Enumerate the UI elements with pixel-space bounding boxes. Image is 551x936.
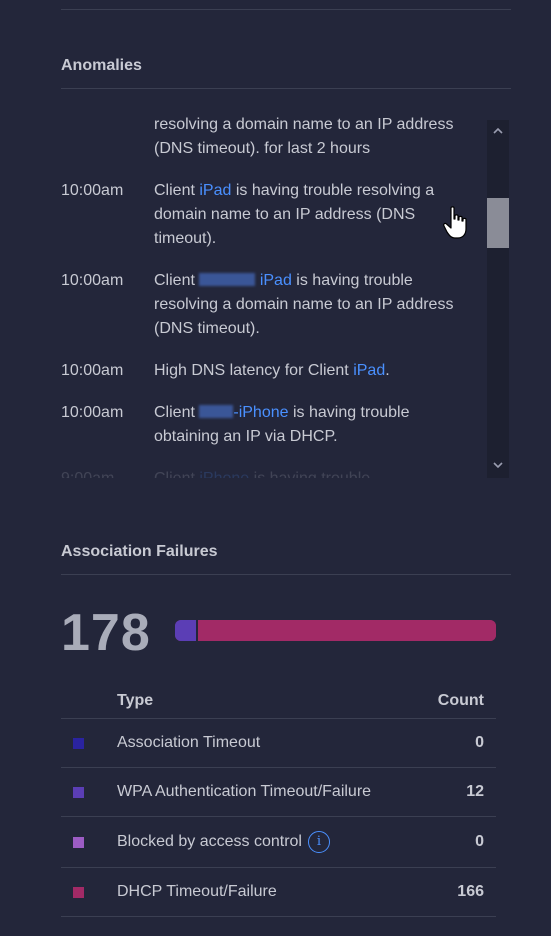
anomaly-message: Client iPad is having trouble resolving …: [154, 182, 435, 247]
list-item: 10:00am Client -iPhone is having trouble…: [61, 401, 481, 449]
bar-segment: [198, 620, 496, 641]
anomaly-time: 10:00am: [61, 404, 124, 421]
table-row: Association Timeout 0: [61, 719, 496, 768]
list-item: 10:00am Client iPad is having trouble re…: [61, 269, 481, 341]
list-item: 10:00am Client iPad is having trouble re…: [61, 179, 481, 251]
anomaly-message: High DNS latency for Client iPad.: [154, 362, 390, 379]
table-row: Blocked by access control i 0: [61, 817, 496, 868]
list-item: 9:00am Client iPhone is having trouble: [61, 467, 481, 478]
legend-swatch: [73, 737, 84, 749]
redacted-name: [199, 273, 256, 286]
anomaly-message: Client -iPhone is having trouble obtaini…: [154, 404, 410, 445]
client-link[interactable]: iPhone: [199, 470, 249, 478]
chevron-down-icon[interactable]: [487, 458, 509, 474]
anomaly-message: Client iPad is having trouble resolving …: [154, 272, 454, 337]
anomaly-time: 10:00am: [61, 272, 124, 289]
legend-swatch: [73, 836, 84, 848]
failure-type: Association Timeout: [117, 734, 261, 751]
table-row: DHCP Timeout/Failure 166: [61, 868, 496, 917]
count-column-header: Count: [437, 691, 484, 709]
failure-breakdown-bar: [175, 620, 496, 641]
type-column-header: Type: [117, 691, 154, 709]
anomaly-message: Client iPhone is having trouble: [154, 467, 454, 478]
info-icon[interactable]: i: [307, 831, 330, 853]
failure-count: 0: [475, 734, 484, 751]
anomaly-time: 10:00am: [61, 362, 124, 379]
client-link[interactable]: -iPhone: [233, 404, 288, 421]
list-item: 10:00am High DNS latency for Client iPad…: [61, 359, 481, 383]
anomalies-divider: [61, 88, 511, 89]
bar-segment: [175, 620, 199, 641]
anomalies-scrollbar[interactable]: [487, 120, 509, 478]
failure-type: DHCP Timeout/Failure: [117, 883, 277, 900]
anomalies-title: Anomalies: [61, 57, 142, 74]
failure-type: WPA Authentication Timeout/Failure: [117, 783, 372, 800]
table-header: Type Count: [61, 683, 496, 719]
failure-count: 0: [475, 833, 484, 850]
table-row: WPA Authentication Timeout/Failure 12: [61, 768, 496, 817]
client-link[interactable]: iPad: [260, 272, 292, 289]
failure-count: 166: [457, 883, 484, 900]
client-link[interactable]: iPad: [353, 362, 385, 379]
anomaly-time: 10:00am: [61, 182, 124, 199]
failure-type: Blocked by access control i: [117, 831, 384, 853]
anomaly-message: resolving a domain name to an IP address…: [154, 116, 454, 157]
failure-count: 12: [466, 783, 484, 800]
association-failures-divider: [61, 574, 511, 575]
failure-type-table: Type Count Association Timeout 0 WPA Aut…: [61, 683, 496, 917]
anomaly-time: [61, 113, 154, 161]
client-link[interactable]: iPad: [199, 182, 231, 199]
scroll-thumb[interactable]: [487, 198, 509, 248]
association-failures-title: Association Failures: [61, 543, 218, 560]
anomalies-list: resolving a domain name to an IP address…: [61, 113, 481, 478]
chevron-up-icon[interactable]: [487, 124, 509, 140]
top-divider: [61, 9, 511, 10]
legend-swatch: [73, 786, 84, 798]
redacted-name: [199, 405, 234, 418]
anomaly-time: 9:00am: [61, 467, 154, 478]
anomalies-list-viewport[interactable]: resolving a domain name to an IP address…: [61, 110, 481, 478]
legend-swatch: [73, 886, 84, 898]
hand-cursor-icon: [443, 206, 469, 245]
total-failures-count: 178: [61, 604, 151, 662]
list-item: resolving a domain name to an IP address…: [61, 113, 481, 161]
